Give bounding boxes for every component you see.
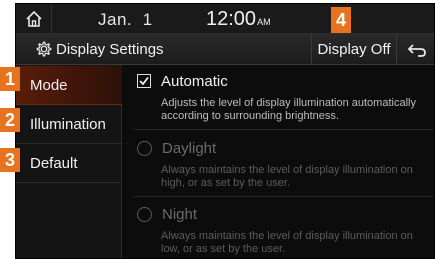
sidebar-item-label: Default <box>30 155 78 172</box>
callout-4: 4 <box>331 7 351 33</box>
option-label: Night <box>162 205 198 223</box>
back-arrow-icon <box>407 43 426 57</box>
radio-night[interactable] <box>137 206 152 222</box>
divider <box>133 129 433 130</box>
sidebar: Mode Illumination Default <box>16 65 122 258</box>
option-header: Daylight <box>137 138 216 158</box>
gear-icon <box>36 41 52 57</box>
mode-options-panel: Automatic Adjusts the level of display i… <box>123 65 434 258</box>
callout-3: 3 <box>0 148 20 172</box>
status-ampm: AM <box>257 17 271 27</box>
sidebar-item-label: Mode <box>30 77 68 94</box>
infotainment-screen: Jan. 1 12:00AM Display Settings Display … <box>15 3 435 259</box>
option-header: Night <box>137 204 197 224</box>
home-button[interactable] <box>16 4 52 34</box>
option-description: Adjusts the level of display illuminatio… <box>161 97 416 122</box>
option-header: Automatic <box>137 71 228 91</box>
status-date: Jan. 1 <box>98 10 153 29</box>
option-night[interactable]: Night Always maintains the level of disp… <box>123 204 434 258</box>
status-bar: Jan. 1 12:00AM <box>16 4 434 34</box>
callout-2: 2 <box>0 108 20 132</box>
sidebar-item-label: Illumination <box>30 116 106 133</box>
back-button[interactable] <box>397 34 434 65</box>
home-icon <box>25 10 42 27</box>
display-off-button[interactable]: Display Off <box>311 34 397 65</box>
option-automatic[interactable]: Automatic Adjusts the level of display i… <box>123 71 434 129</box>
sidebar-item-illumination[interactable]: Illumination <box>16 105 122 144</box>
callout-1: 1 <box>0 67 20 91</box>
option-daylight[interactable]: Daylight Always maintains the level of d… <box>123 138 434 196</box>
option-label: Automatic <box>161 72 228 90</box>
option-description: Always maintains the level of display il… <box>161 164 413 189</box>
radio-daylight[interactable] <box>137 140 152 156</box>
option-label: Daylight <box>162 139 217 157</box>
checkmark-icon <box>139 76 149 86</box>
checkbox-automatic[interactable] <box>137 74 151 88</box>
status-clock: 12:00AM <box>206 8 271 31</box>
page-title: Display Settings <box>56 41 164 58</box>
sidebar-item-default[interactable]: Default <box>16 144 122 183</box>
option-description: Always maintains the level of display il… <box>161 230 413 255</box>
divider <box>133 196 433 197</box>
title-bar: Display Settings Display Off <box>16 34 434 65</box>
sidebar-item-mode[interactable]: Mode <box>16 66 122 105</box>
status-time: 12:00 <box>206 8 257 30</box>
